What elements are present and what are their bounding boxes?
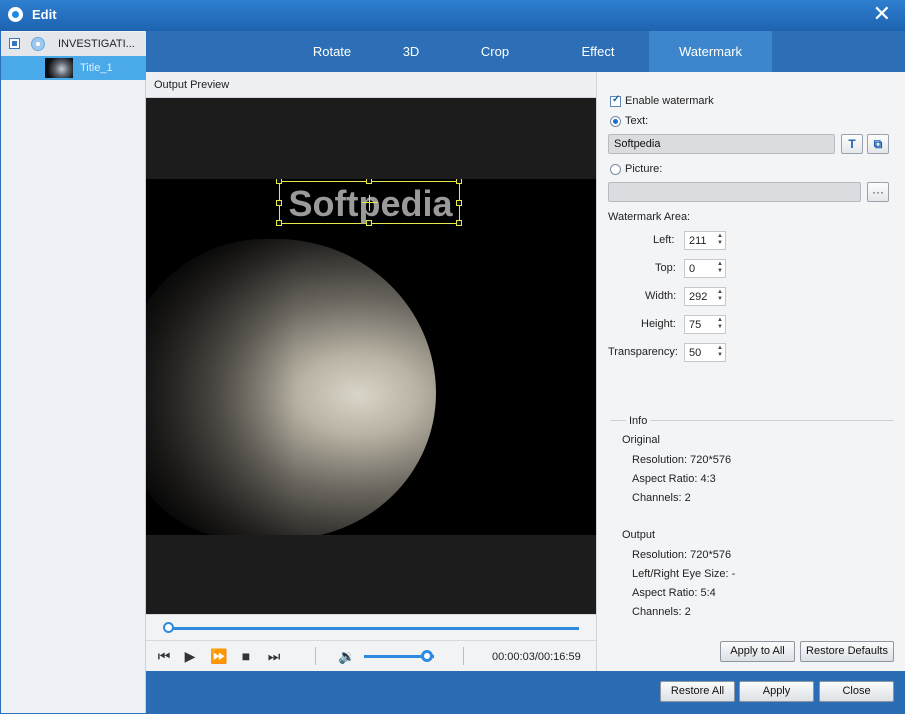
resize-handle[interactable] <box>366 179 372 184</box>
move-handle-v <box>369 195 370 211</box>
resize-handle[interactable] <box>276 220 282 226</box>
preview-panel: Output Preview Softpedia ⏮ ▶ ⏩ ■ ⏭ 🔉 00:… <box>146 72 596 671</box>
window-title: Edit <box>32 7 57 22</box>
sidebar-item-disc[interactable]: INVESTIGATI... <box>1 32 146 56</box>
tab-3d[interactable]: 3D <box>376 31 446 72</box>
text-radio[interactable] <box>610 116 621 127</box>
title-thumbnail <box>45 58 73 78</box>
picture-path-input[interactable] <box>608 182 861 202</box>
sidebar-item-label: Title_1 <box>80 62 113 74</box>
output-channels: Channels: 2 <box>632 606 691 618</box>
disc-icon <box>31 37 45 51</box>
original-channels: Channels: 2 <box>632 492 691 504</box>
play-icon[interactable]: ▶ <box>182 648 198 664</box>
enable-watermark-label: Enable watermark <box>625 95 714 107</box>
tab-crop[interactable]: Crop <box>456 31 534 72</box>
output-heading: Output <box>622 529 656 541</box>
stop-icon[interactable]: ■ <box>238 648 254 664</box>
close-button[interactable]: Close <box>819 681 894 702</box>
stepper-arrows-icon[interactable]: ▲ ▼ <box>717 345 723 359</box>
seek-bar-row <box>146 614 596 640</box>
restore-all-button[interactable]: Restore All <box>660 681 735 702</box>
height-stepper[interactable]: 75 ▲ ▼ <box>684 315 726 334</box>
next-icon[interactable]: ⏭ <box>266 648 282 664</box>
font-icon[interactable]: T <box>841 134 863 154</box>
timecode: 00:00:03/00:16:59 <box>492 651 581 663</box>
disc-checkbox[interactable] <box>9 38 20 49</box>
original-heading: Original <box>622 434 660 446</box>
sidebar-item-title[interactable]: Title_1 <box>1 56 146 80</box>
tab-effect[interactable]: Effect <box>556 31 640 72</box>
move-handle-h <box>362 202 378 203</box>
sidebar: INVESTIGATI... Title_1 <box>1 31 146 713</box>
watermark-preview-text: Softpedia <box>288 183 453 224</box>
transparency-stepper[interactable]: 50 ▲ ▼ <box>684 343 726 362</box>
info-title: Info <box>626 415 651 427</box>
watermark-box[interactable]: Softpedia <box>276 179 462 226</box>
picture-radio[interactable] <box>610 164 621 175</box>
resize-handle[interactable] <box>276 179 282 184</box>
fast-forward-icon[interactable]: ⏩ <box>210 648 227 664</box>
app-icon <box>8 7 23 22</box>
footer-bar: Restore All Apply Close <box>146 671 905 714</box>
transparency-label: Transparency: <box>608 346 678 358</box>
preview-header: Output Preview <box>146 72 596 98</box>
resize-handle[interactable] <box>456 220 462 226</box>
width-stepper[interactable]: 292 ▲ ▼ <box>684 287 726 306</box>
top-label: Top: <box>655 262 676 274</box>
tab-bar: Rotate 3D Crop Effect Watermark <box>146 31 905 72</box>
resize-handle[interactable] <box>456 200 462 206</box>
original-resolution: Resolution: 720*576 <box>632 454 732 466</box>
stepper-arrows-icon[interactable]: ▲ ▼ <box>717 317 723 331</box>
stepper-arrows-icon[interactable]: ▲ ▼ <box>717 233 723 247</box>
tab-rotate[interactable]: Rotate <box>292 31 372 72</box>
picture-radio-label: Picture: <box>625 163 663 175</box>
top-stepper[interactable]: 0 ▲ ▼ <box>684 259 726 278</box>
seek-bar[interactable] <box>164 627 579 630</box>
output-eye-size: Left/Right Eye Size: - <box>632 568 736 580</box>
original-aspect: Aspect Ratio: 4:3 <box>632 473 716 485</box>
video-frame: Softpedia <box>146 179 596 535</box>
left-stepper[interactable]: 211 ▲ ▼ <box>684 231 726 250</box>
stepper-arrows-icon[interactable]: ▲ ▼ <box>717 289 723 303</box>
tab-watermark[interactable]: Watermark <box>649 31 772 72</box>
previous-icon[interactable]: ⏮ <box>156 648 172 664</box>
stepper-arrows-icon[interactable]: ▲ ▼ <box>717 261 723 275</box>
info-divider <box>610 420 894 421</box>
video-canvas: Softpedia <box>146 98 596 614</box>
browse-button[interactable]: ··· <box>867 182 889 202</box>
watermark-area-label: Watermark Area: <box>608 211 691 223</box>
apply-to-all-button[interactable]: Apply to All <box>720 641 795 662</box>
resize-handle[interactable] <box>456 179 462 184</box>
seek-knob[interactable] <box>163 622 175 633</box>
watermark-settings: Enable watermark Text: Softpedia T ⧉ Pic… <box>596 72 905 671</box>
left-label: Left: <box>653 234 675 246</box>
output-aspect: Aspect Ratio: 5:4 <box>632 587 716 599</box>
enable-watermark-checkbox[interactable] <box>610 94 621 107</box>
apply-button[interactable]: Apply <box>739 681 814 702</box>
text-radio-label: Text: <box>625 115 649 127</box>
close-icon[interactable]: ✕ <box>873 3 891 25</box>
preview-title: Output Preview <box>154 79 230 91</box>
sidebar-item-label: INVESTIGATI... <box>58 38 135 50</box>
volume-knob[interactable] <box>421 650 433 662</box>
width-label: Width: <box>645 290 677 302</box>
resize-handle[interactable] <box>366 220 372 226</box>
height-label: Height: <box>641 318 676 330</box>
watermark-text-input[interactable]: Softpedia <box>608 134 835 154</box>
title-bar: Edit ✕ <box>0 0 905 31</box>
restore-defaults-button[interactable]: Restore Defaults <box>800 641 894 662</box>
playback-controls: ⏮ ▶ ⏩ ■ ⏭ 🔉 00:00:03/00:16:59 <box>146 640 596 671</box>
output-resolution: Resolution: 720*576 <box>632 549 732 561</box>
resize-handle[interactable] <box>276 200 282 206</box>
volume-icon[interactable]: 🔉 <box>338 648 355 664</box>
color-icon[interactable]: ⧉ <box>867 134 889 154</box>
